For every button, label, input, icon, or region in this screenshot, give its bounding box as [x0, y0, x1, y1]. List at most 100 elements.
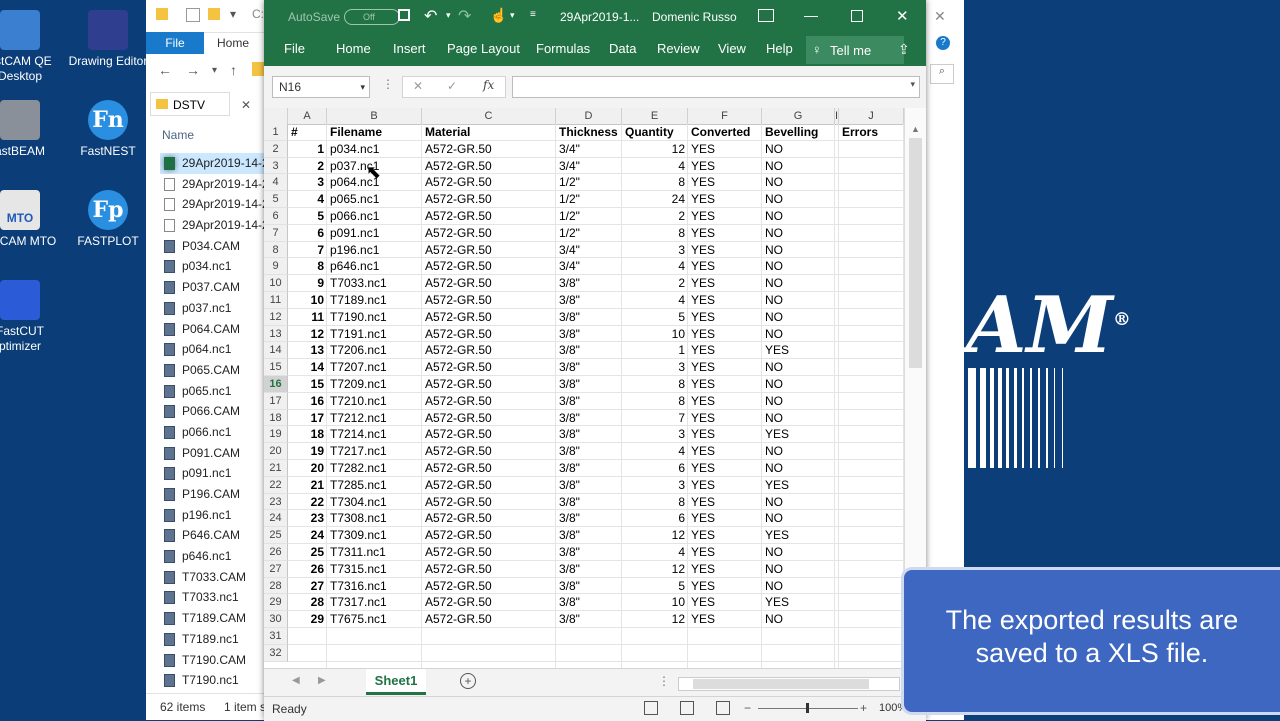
file-list-item[interactable]: P066.CAM	[160, 401, 270, 422]
customize-toolbar-icon[interactable]: ≡	[530, 9, 536, 20]
row-header[interactable]: 14	[264, 342, 288, 360]
cell[interactable]: 3/8"	[559, 327, 619, 342]
desktop-icon[interactable]: Fp FASTPLOT	[68, 190, 148, 249]
new-folder-icon[interactable]	[208, 8, 220, 20]
row-header[interactable]: 16	[264, 376, 288, 393]
cell[interactable]: T7212.nc1	[330, 411, 419, 426]
cell[interactable]: 3	[625, 243, 685, 258]
scroll-thumb[interactable]	[693, 679, 869, 689]
cell[interactable]: 3/8"	[559, 293, 619, 308]
file-list-item[interactable]: p091.nc1	[160, 463, 270, 484]
cell[interactable]: NO	[765, 562, 832, 577]
cell[interactable]: YES	[691, 511, 759, 526]
ribbon-tab-data[interactable]: Data	[609, 41, 636, 56]
properties-icon[interactable]	[186, 8, 200, 22]
cell[interactable]: YES	[765, 478, 832, 493]
cell[interactable]: 15	[291, 377, 324, 392]
cancel-icon[interactable]: ✕	[413, 79, 423, 93]
desktop-icon[interactable]: astCAM QE Desktop	[0, 10, 60, 84]
select-all-corner[interactable]	[264, 108, 288, 124]
row-header[interactable]: 29	[264, 594, 288, 612]
cell[interactable]: A572-GR.50	[425, 562, 553, 577]
file-list-item[interactable]: 29Apr2019-14-2	[160, 153, 270, 174]
row-header[interactable]: 18	[264, 409, 288, 427]
chevron-down-icon[interactable]: ▾	[360, 77, 365, 97]
cell[interactable]: YES	[691, 159, 759, 174]
cell[interactable]: NO	[765, 444, 832, 459]
add-sheet-icon[interactable]: +	[460, 673, 476, 689]
cell[interactable]: 29	[291, 612, 324, 627]
cell[interactable]: A572-GR.50	[425, 461, 553, 476]
dropdown-icon[interactable]: ▾	[230, 7, 236, 21]
file-list-item[interactable]: T7189.CAM	[160, 608, 270, 629]
row-header[interactable]: 28	[264, 577, 288, 595]
cell[interactable]: A572-GR.50	[425, 276, 553, 291]
cell[interactable]: NO	[765, 175, 832, 190]
cell[interactable]: YES	[691, 444, 759, 459]
cell[interactable]: A572-GR.50	[425, 159, 553, 174]
more-icon[interactable]: ⋮	[382, 77, 394, 91]
cell[interactable]: 1/2"	[559, 209, 619, 224]
cell[interactable]: YES	[691, 343, 759, 358]
cell[interactable]: T7214.nc1	[330, 427, 419, 442]
cell[interactable]: 1	[291, 142, 324, 157]
row-header[interactable]: 24	[264, 510, 288, 528]
cell[interactable]: A572-GR.50	[425, 478, 553, 493]
up-icon[interactable]: ↑	[230, 62, 237, 78]
cell[interactable]: A572-GR.50	[425, 310, 553, 325]
cell[interactable]: 1	[625, 343, 685, 358]
cell[interactable]: 12	[625, 562, 685, 577]
column-header[interactable]: J	[839, 108, 904, 124]
cell[interactable]: 1/2"	[559, 175, 619, 190]
file-list-item[interactable]: 29Apr2019-14-2	[160, 194, 270, 215]
cell[interactable]: A572-GR.50	[425, 411, 553, 426]
row-header[interactable]: 7	[264, 224, 288, 242]
cell[interactable]: Bevelling	[765, 125, 832, 140]
desktop-icon[interactable]: FastCUT ptimizer	[0, 280, 60, 354]
cell[interactable]: NO	[765, 192, 832, 207]
cell[interactable]: T7315.nc1	[330, 562, 419, 577]
cell[interactable]: A572-GR.50	[425, 142, 553, 157]
cell[interactable]: 8	[625, 226, 685, 241]
cell[interactable]: 12	[291, 327, 324, 342]
cell[interactable]: A572-GR.50	[425, 595, 553, 610]
cell[interactable]: 3/8"	[559, 495, 619, 510]
ribbon-tab-file[interactable]: File	[284, 41, 305, 56]
help-icon[interactable]: ?	[936, 36, 950, 50]
cell[interactable]: 3/8"	[559, 343, 619, 358]
cell[interactable]: 28	[291, 595, 324, 610]
cell[interactable]: T7308.nc1	[330, 511, 419, 526]
cell[interactable]: YES	[691, 411, 759, 426]
user-name[interactable]: Domenic Russo	[652, 10, 737, 24]
cell[interactable]: YES	[691, 579, 759, 594]
cell[interactable]: T7033.nc1	[330, 276, 419, 291]
cell[interactable]: NO	[765, 495, 832, 510]
cell[interactable]: 3/8"	[559, 427, 619, 442]
undo-icon[interactable]: ↶	[424, 6, 437, 26]
spreadsheet-grid[interactable]: ABCDEFGIJ ▲ 1 2 3 4 5 6 7 8 9 10 11 12 13 14 15 16 17 18 1…	[264, 108, 926, 668]
cell[interactable]: 14	[291, 360, 324, 375]
cell[interactable]: 3/4"	[559, 243, 619, 258]
cell[interactable]: NO	[765, 142, 832, 157]
cell[interactable]: 3/4"	[559, 159, 619, 174]
cell[interactable]: 3/8"	[559, 545, 619, 560]
cell[interactable]: T7285.nc1	[330, 478, 419, 493]
cell[interactable]: 10	[625, 327, 685, 342]
ribbon-tab-page-layout[interactable]: Page Layout	[447, 41, 520, 56]
cell[interactable]: 2	[625, 276, 685, 291]
cell[interactable]: 5	[625, 579, 685, 594]
cell[interactable]: 4	[291, 192, 324, 207]
zoom-out-icon[interactable]: −	[744, 701, 751, 715]
undo-dropdown-icon[interactable]: ▾	[446, 10, 451, 21]
zoom-slider-thumb[interactable]	[806, 703, 809, 713]
cell[interactable]: 9	[291, 276, 324, 291]
ribbon-tab-review[interactable]: Review	[657, 41, 700, 56]
cell[interactable]: 8	[625, 495, 685, 510]
minimize-icon[interactable]: —	[804, 7, 818, 23]
cell[interactable]: A572-GR.50	[425, 579, 553, 594]
cell[interactable]: 2	[291, 159, 324, 174]
cell[interactable]: 17	[291, 411, 324, 426]
cell[interactable]: 8	[625, 175, 685, 190]
cell[interactable]: p646.nc1	[330, 259, 419, 274]
cell[interactable]: T7191.nc1	[330, 327, 419, 342]
